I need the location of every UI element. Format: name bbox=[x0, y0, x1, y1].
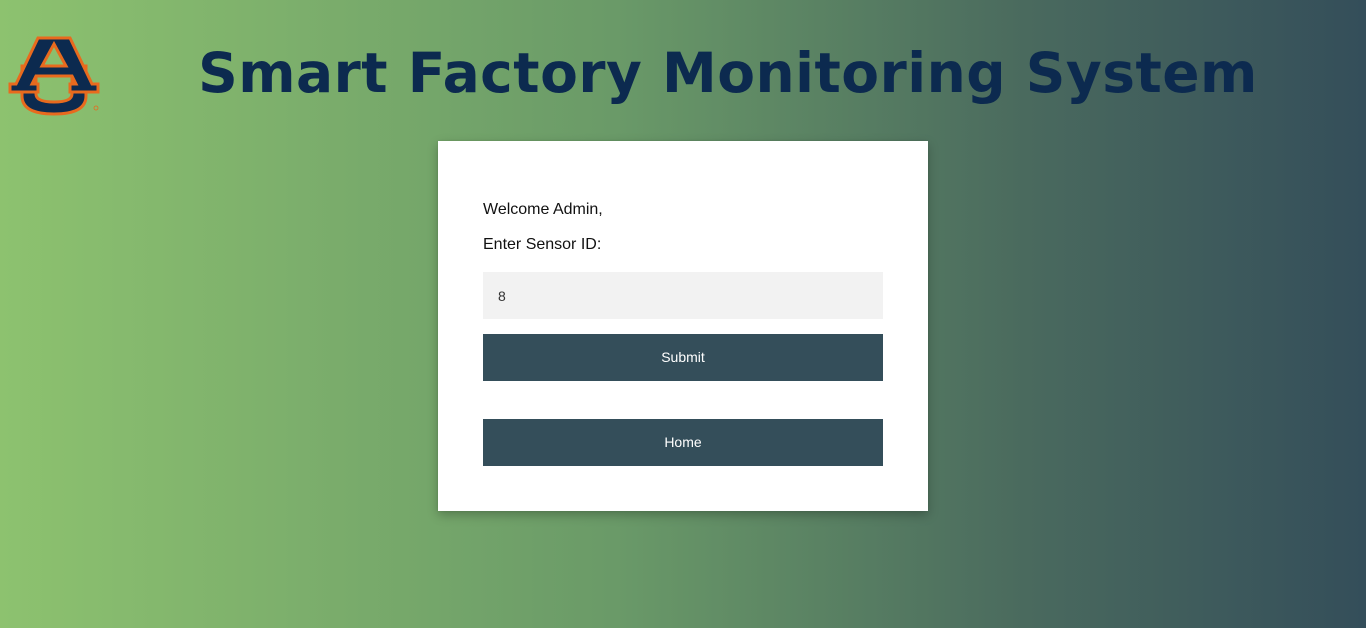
sensor-id-label: Enter Sensor ID: bbox=[483, 236, 602, 253]
welcome-text: Welcome Admin, bbox=[483, 201, 603, 218]
submit-button[interactable]: Submit bbox=[483, 334, 883, 381]
page-title: Smart Factory Monitoring System bbox=[198, 41, 1258, 105]
home-button[interactable]: Home bbox=[483, 419, 883, 466]
sensor-id-input[interactable] bbox=[483, 272, 883, 319]
sensor-form-card: Welcome Admin, Enter Sensor ID: Submit H… bbox=[438, 141, 928, 511]
